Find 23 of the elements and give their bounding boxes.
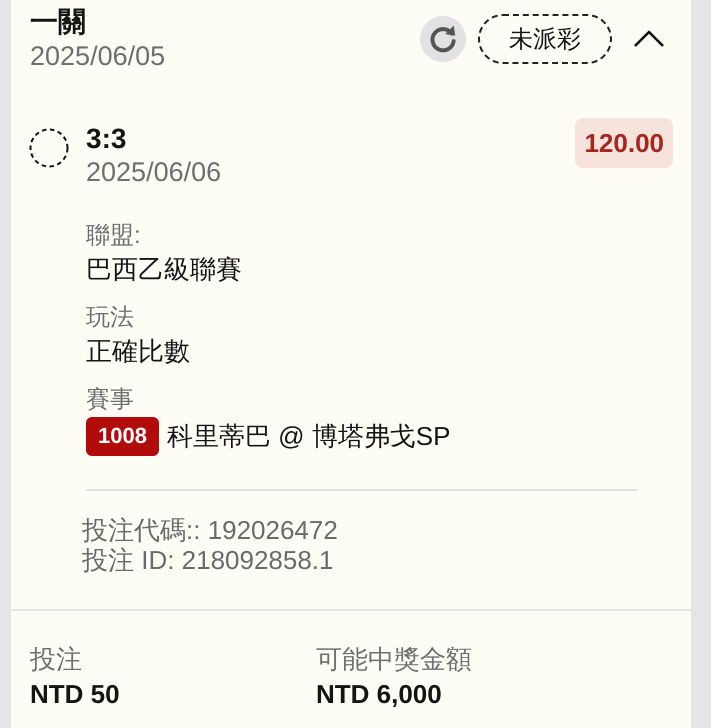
summary-label: 可能中獎金額: [316, 643, 473, 676]
bet-reference: 投注代碼:: 192026472: [82, 515, 339, 545]
match-teams: 科里蒂巴 @ 博塔弗戈SP: [166, 420, 450, 452]
bet-date: 2025/06/05: [30, 40, 166, 72]
summary-value: NTD 6,000: [316, 678, 443, 711]
event-code-badge: 1008: [86, 416, 159, 456]
selection-pick: 3:3: [86, 122, 128, 156]
status-badge: 未派彩: [478, 14, 612, 64]
summary-label: 投注: [30, 643, 83, 676]
summary-value: NTD 50: [30, 678, 121, 711]
selection-date: 2025/06/06: [86, 156, 222, 188]
odds-badge: 120.00: [575, 118, 673, 168]
detail-label: 玩法: [86, 303, 135, 333]
event-label: 賽事: [86, 385, 135, 415]
collapse-toggle[interactable]: [632, 29, 666, 49]
dashed-circle-icon: [29, 128, 69, 168]
detail-label: 聯盟:: [86, 221, 142, 251]
detail-value: 巴西乙級聯賽: [86, 253, 243, 286]
refresh-button[interactable]: [420, 16, 466, 62]
bet-type-title: 一關: [30, 5, 87, 39]
bet-reference: 投注 ID: 218092858.1: [82, 545, 334, 575]
detail-value: 正確比數: [86, 335, 191, 368]
chevron-icon: [633, 30, 665, 48]
